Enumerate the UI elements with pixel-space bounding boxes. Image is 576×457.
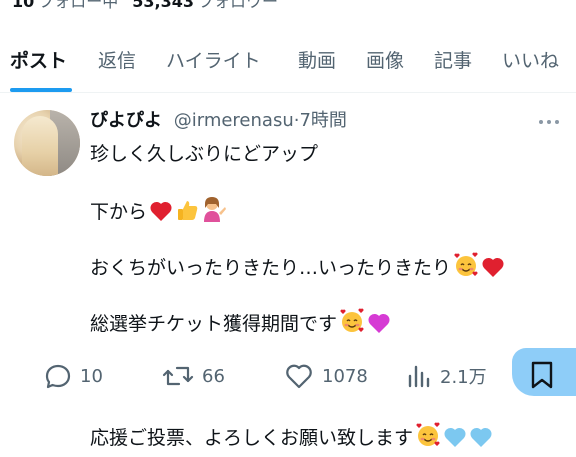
views-button[interactable]: 2.1万 [406, 360, 487, 392]
avatar[interactable] [14, 110, 80, 176]
smiling-face-with-hearts-icon [339, 308, 365, 342]
like-button[interactable]: 1078 [284, 360, 368, 392]
red-heart-icon [481, 256, 505, 286]
light-blue-heart-icon [469, 426, 493, 456]
post-line-2: 下から [90, 196, 227, 230]
tab-articles[interactable]: 記事 [434, 36, 472, 92]
bookmark-icon[interactable] [530, 360, 554, 394]
thumbs-up-icon [175, 198, 199, 230]
post-text-5: 応援ご投票、よろしくお願い致します [90, 427, 414, 449]
following-label: フォロー中 [38, 0, 119, 11]
profile-stats: 10 フォロー中 53,343 フォロワー [12, 0, 278, 12]
post-action-bar: 10 66 1078 2.1万 [0, 356, 576, 396]
post-time[interactable]: 7時間 [299, 110, 346, 131]
post-text-4: 総選挙チケット獲得期間です [90, 313, 338, 335]
repost-count: 66 [202, 365, 225, 387]
post-line-1: 珍しく久しぶりにどアップ [90, 140, 318, 168]
followers-stat[interactable]: 53,343 フォロワー [132, 0, 278, 12]
post-line-4: 総選挙チケット獲得期間です [90, 308, 391, 342]
post-text-3: おくちがいったりきたり…いったりきたり [90, 257, 452, 279]
tab-likes[interactable]: いいね [502, 36, 559, 92]
red-heart-icon [149, 200, 173, 230]
tab-videos[interactable]: 動画 [298, 36, 336, 92]
avatar-hair [22, 116, 58, 176]
followers-count: 53,343 [132, 0, 195, 11]
following-count: 10 [12, 0, 35, 11]
tab-highlights[interactable]: ハイライト [166, 36, 261, 92]
display-name[interactable]: ぴよぴよ [90, 110, 162, 131]
tab-images[interactable]: 画像 [366, 36, 404, 92]
more-options-icon[interactable] [536, 110, 562, 134]
user-handle[interactable]: @irmerenasu [174, 110, 294, 131]
views-chart-icon [406, 362, 432, 390]
reply-count: 10 [80, 365, 103, 387]
post-line-5: 応援ご投票、よろしくお願い致します [90, 422, 493, 456]
view-count: 2.1万 [440, 367, 487, 388]
reply-button[interactable]: 10 [44, 360, 103, 392]
post-header: ぴよぴよ @irmerenasu·7時間 [90, 108, 347, 134]
purple-heart-icon [367, 312, 391, 342]
active-tab-indicator [10, 88, 72, 92]
smiling-face-with-hearts-icon [415, 422, 441, 456]
profile-tab-bar: ポスト 返信 ハイライト 動画 画像 記事 いいね [0, 36, 576, 93]
post-text-1: 珍しく久しぶりにどアップ [90, 143, 319, 165]
post-line-3: おくちがいったりきたり…いったりきたり [90, 252, 505, 286]
tab-replies[interactable]: 返信 [98, 36, 136, 92]
post-text-2: 下から [90, 201, 148, 223]
following-stat[interactable]: 10 フォロー中 [12, 0, 118, 12]
tab-posts[interactable]: ポスト [10, 36, 67, 92]
repost-icon [162, 362, 194, 390]
like-count: 1078 [322, 365, 368, 387]
repost-button[interactable]: 66 [162, 360, 225, 392]
reply-icon [44, 362, 72, 390]
followers-label: フォロワー [198, 0, 279, 11]
smiling-face-with-hearts-icon [453, 252, 479, 286]
person-tipping-hand-icon [201, 196, 227, 230]
heart-icon [284, 362, 314, 390]
light-blue-heart-icon [443, 426, 467, 456]
